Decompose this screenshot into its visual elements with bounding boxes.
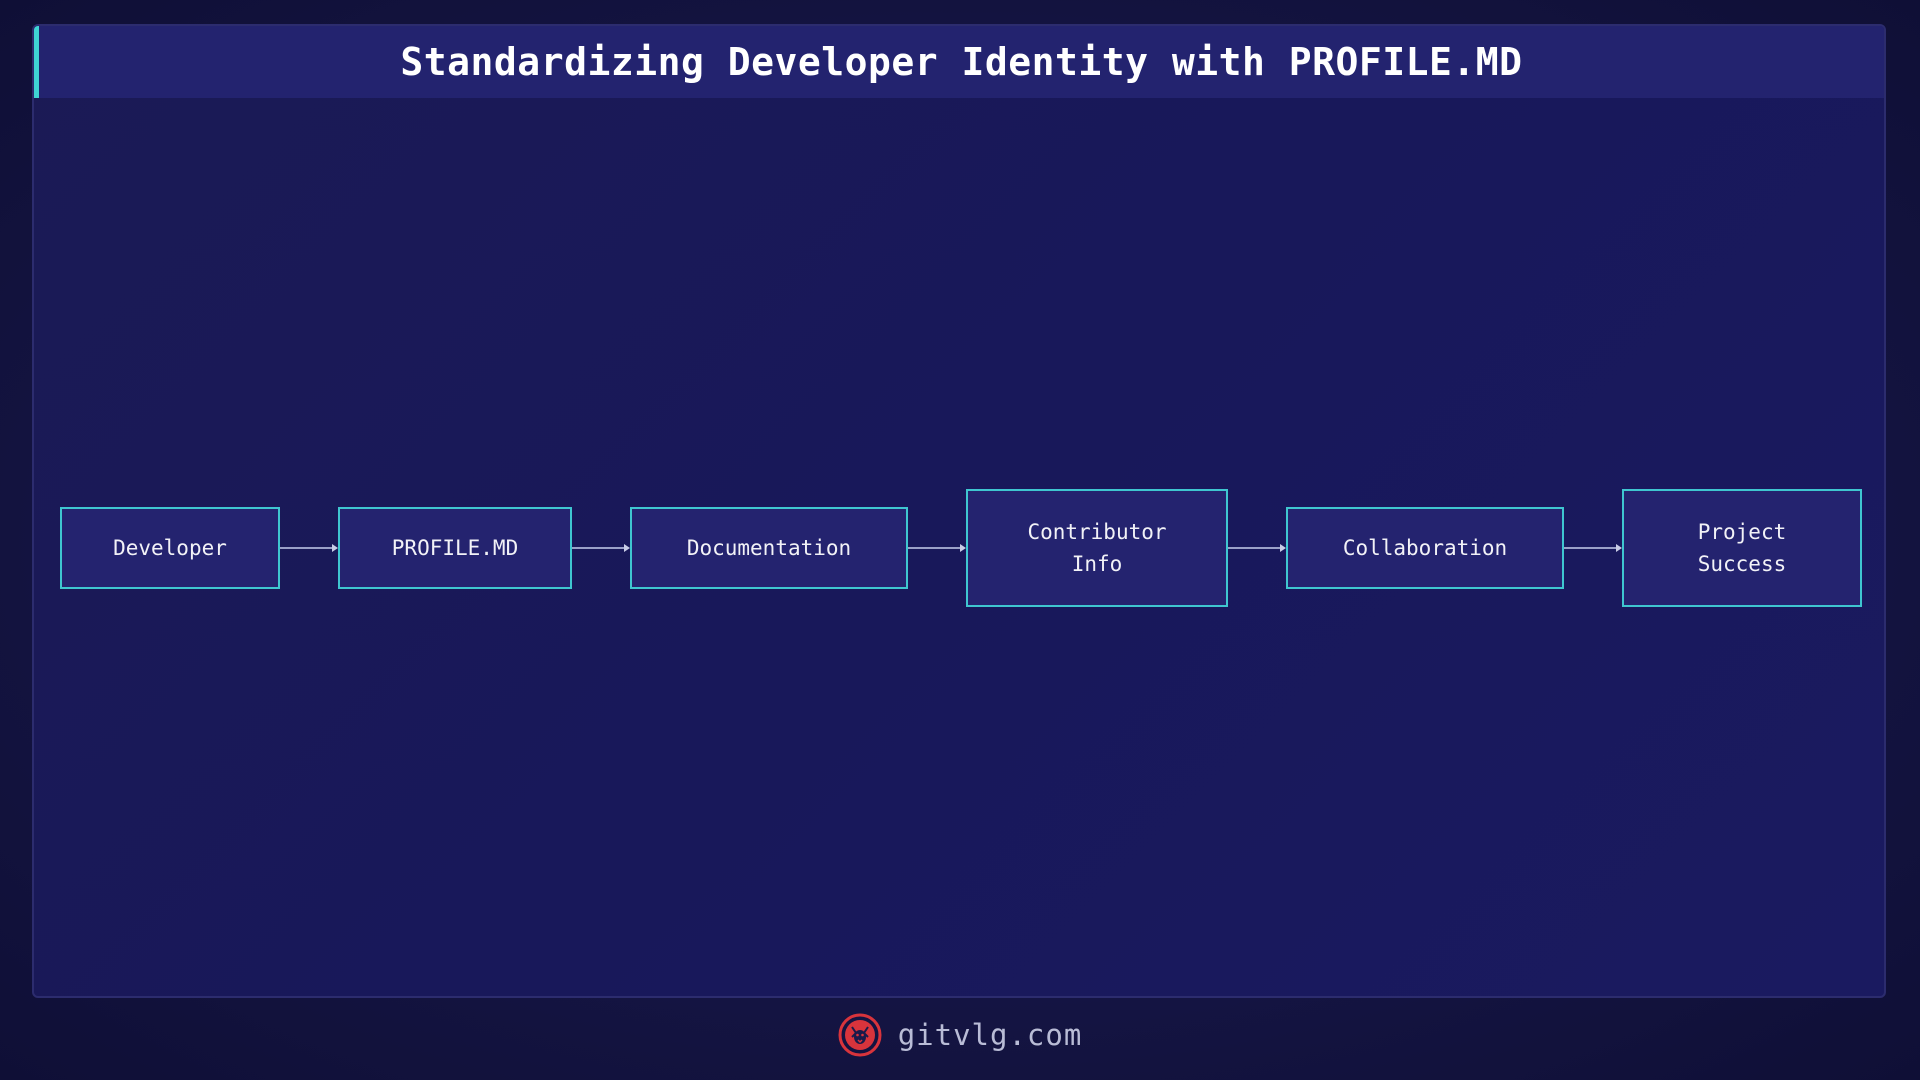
node-collaboration: Collaboration bbox=[1286, 507, 1564, 589]
node-label: Documentation bbox=[686, 536, 852, 560]
node-profile: PROFILE.MD bbox=[338, 507, 572, 589]
node-success: Project Success bbox=[1622, 489, 1862, 607]
diagram-panel: Standardizing Developer Identity with PR… bbox=[32, 24, 1886, 998]
arrow-developer-profile bbox=[280, 544, 338, 552]
node-developer: Developer bbox=[60, 507, 280, 589]
node-label: PROFILE.MD bbox=[391, 536, 519, 560]
lion-logo-icon bbox=[838, 1013, 882, 1057]
node-label: Collaboration bbox=[1342, 536, 1508, 560]
arrow-documentation-contributor bbox=[908, 544, 966, 552]
arrow-profile-documentation bbox=[572, 544, 630, 552]
arrow-collaboration-success bbox=[1564, 544, 1622, 552]
site-url[interactable]: gitvlg.com bbox=[898, 1018, 1083, 1052]
page: Standardizing Developer Identity with PR… bbox=[0, 0, 1920, 1080]
node-label: Contributor Info bbox=[1027, 520, 1167, 576]
footer: gitvlg.com bbox=[0, 1010, 1920, 1060]
node-label: Project Success bbox=[1697, 520, 1787, 576]
node-documentation: Documentation bbox=[630, 507, 908, 589]
node-label: Developer bbox=[113, 536, 227, 560]
arrow-contributor-collaboration bbox=[1228, 544, 1286, 552]
flow-diagram: Developer PROFILE.MD Documentation Contr… bbox=[34, 26, 1884, 996]
node-contributor: Contributor Info bbox=[966, 489, 1228, 607]
